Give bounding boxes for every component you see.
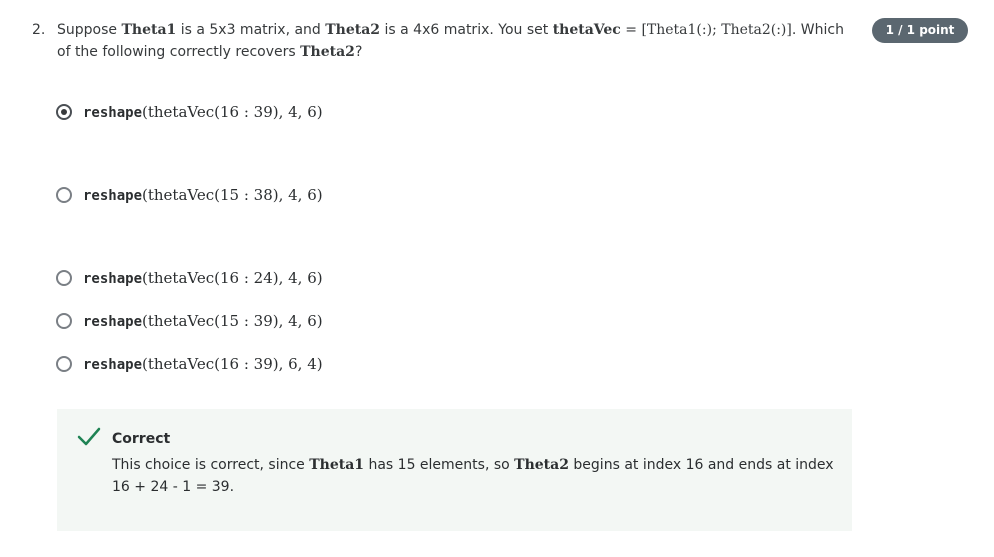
option-args: (thetaVec(16 : 39), 4, 6): [142, 103, 323, 121]
prompt-text-5: ?: [354, 44, 363, 60]
option-fn: reshape: [83, 314, 143, 330]
radio-empty-icon[interactable]: [56, 187, 72, 203]
prompt-text-1: Suppose: [57, 22, 122, 38]
answer-option-3[interactable]: reshape(thetaVec(16 : 24), 4, 6): [56, 267, 323, 289]
radio-selected-icon[interactable]: [56, 104, 72, 120]
answer-option-2[interactable]: reshape(thetaVec(15 : 38), 4, 6): [56, 184, 323, 206]
radio-empty-icon[interactable]: [56, 313, 72, 329]
answer-option-label: reshape(thetaVec(16 : 39), 4, 6): [83, 103, 323, 121]
prompt-math-assign: = [Theta1(:); Theta2(:)].: [620, 22, 797, 38]
option-args: (thetaVec(16 : 24), 4, 6): [142, 269, 323, 287]
feedback-var-theta2: Theta2: [514, 457, 569, 473]
feedback-text-2: has 15 elements, so: [364, 457, 515, 473]
feedback-text: This choice is correct, since Theta1 has…: [112, 454, 837, 498]
prompt-text-2: is a 5x3 matrix, and: [176, 22, 326, 38]
prompt-var-theta1: Theta1: [121, 22, 177, 38]
check-icon: [77, 427, 101, 446]
option-args: (thetaVec(15 : 38), 4, 6): [142, 186, 323, 204]
question-prompt: Suppose Theta1 is a 5x3 matrix, and Thet…: [57, 19, 857, 63]
prompt-var-theta2-end: Theta2: [300, 44, 355, 60]
option-fn: reshape: [83, 357, 143, 373]
prompt-text-3: is a 4x6 matrix. You set: [380, 22, 553, 38]
feedback-var-theta1: Theta1: [309, 457, 365, 473]
prompt-var-theta2: Theta2: [325, 22, 381, 38]
answer-option-label: reshape(thetaVec(15 : 38), 4, 6): [83, 186, 323, 204]
option-args: (thetaVec(16 : 39), 6, 4): [142, 355, 323, 373]
option-fn: reshape: [83, 105, 143, 121]
answer-option-5[interactable]: reshape(thetaVec(16 : 39), 6, 4): [56, 353, 323, 375]
points-badge: 1 / 1 point: [872, 18, 968, 43]
feedback-text-1: This choice is correct, since: [112, 457, 310, 473]
feedback-title: Correct: [112, 431, 171, 447]
feedback-panel: Correct This choice is correct, since Th…: [57, 409, 852, 531]
radio-empty-icon[interactable]: [56, 356, 72, 372]
option-fn: reshape: [83, 188, 143, 204]
answer-option-1[interactable]: reshape(thetaVec(16 : 39), 4, 6): [56, 101, 323, 123]
question-number: 2.: [32, 22, 46, 38]
option-fn: reshape: [83, 271, 143, 287]
answer-option-label: reshape(thetaVec(15 : 39), 4, 6): [83, 312, 323, 330]
option-args: (thetaVec(15 : 39), 4, 6): [142, 312, 323, 330]
prompt-var-thetavec: thetaVec: [552, 22, 621, 38]
radio-empty-icon[interactable]: [56, 270, 72, 286]
answer-option-label: reshape(thetaVec(16 : 39), 6, 4): [83, 355, 323, 373]
answer-option-label: reshape(thetaVec(16 : 24), 4, 6): [83, 269, 323, 287]
answer-option-4[interactable]: reshape(thetaVec(15 : 39), 4, 6): [56, 310, 323, 332]
